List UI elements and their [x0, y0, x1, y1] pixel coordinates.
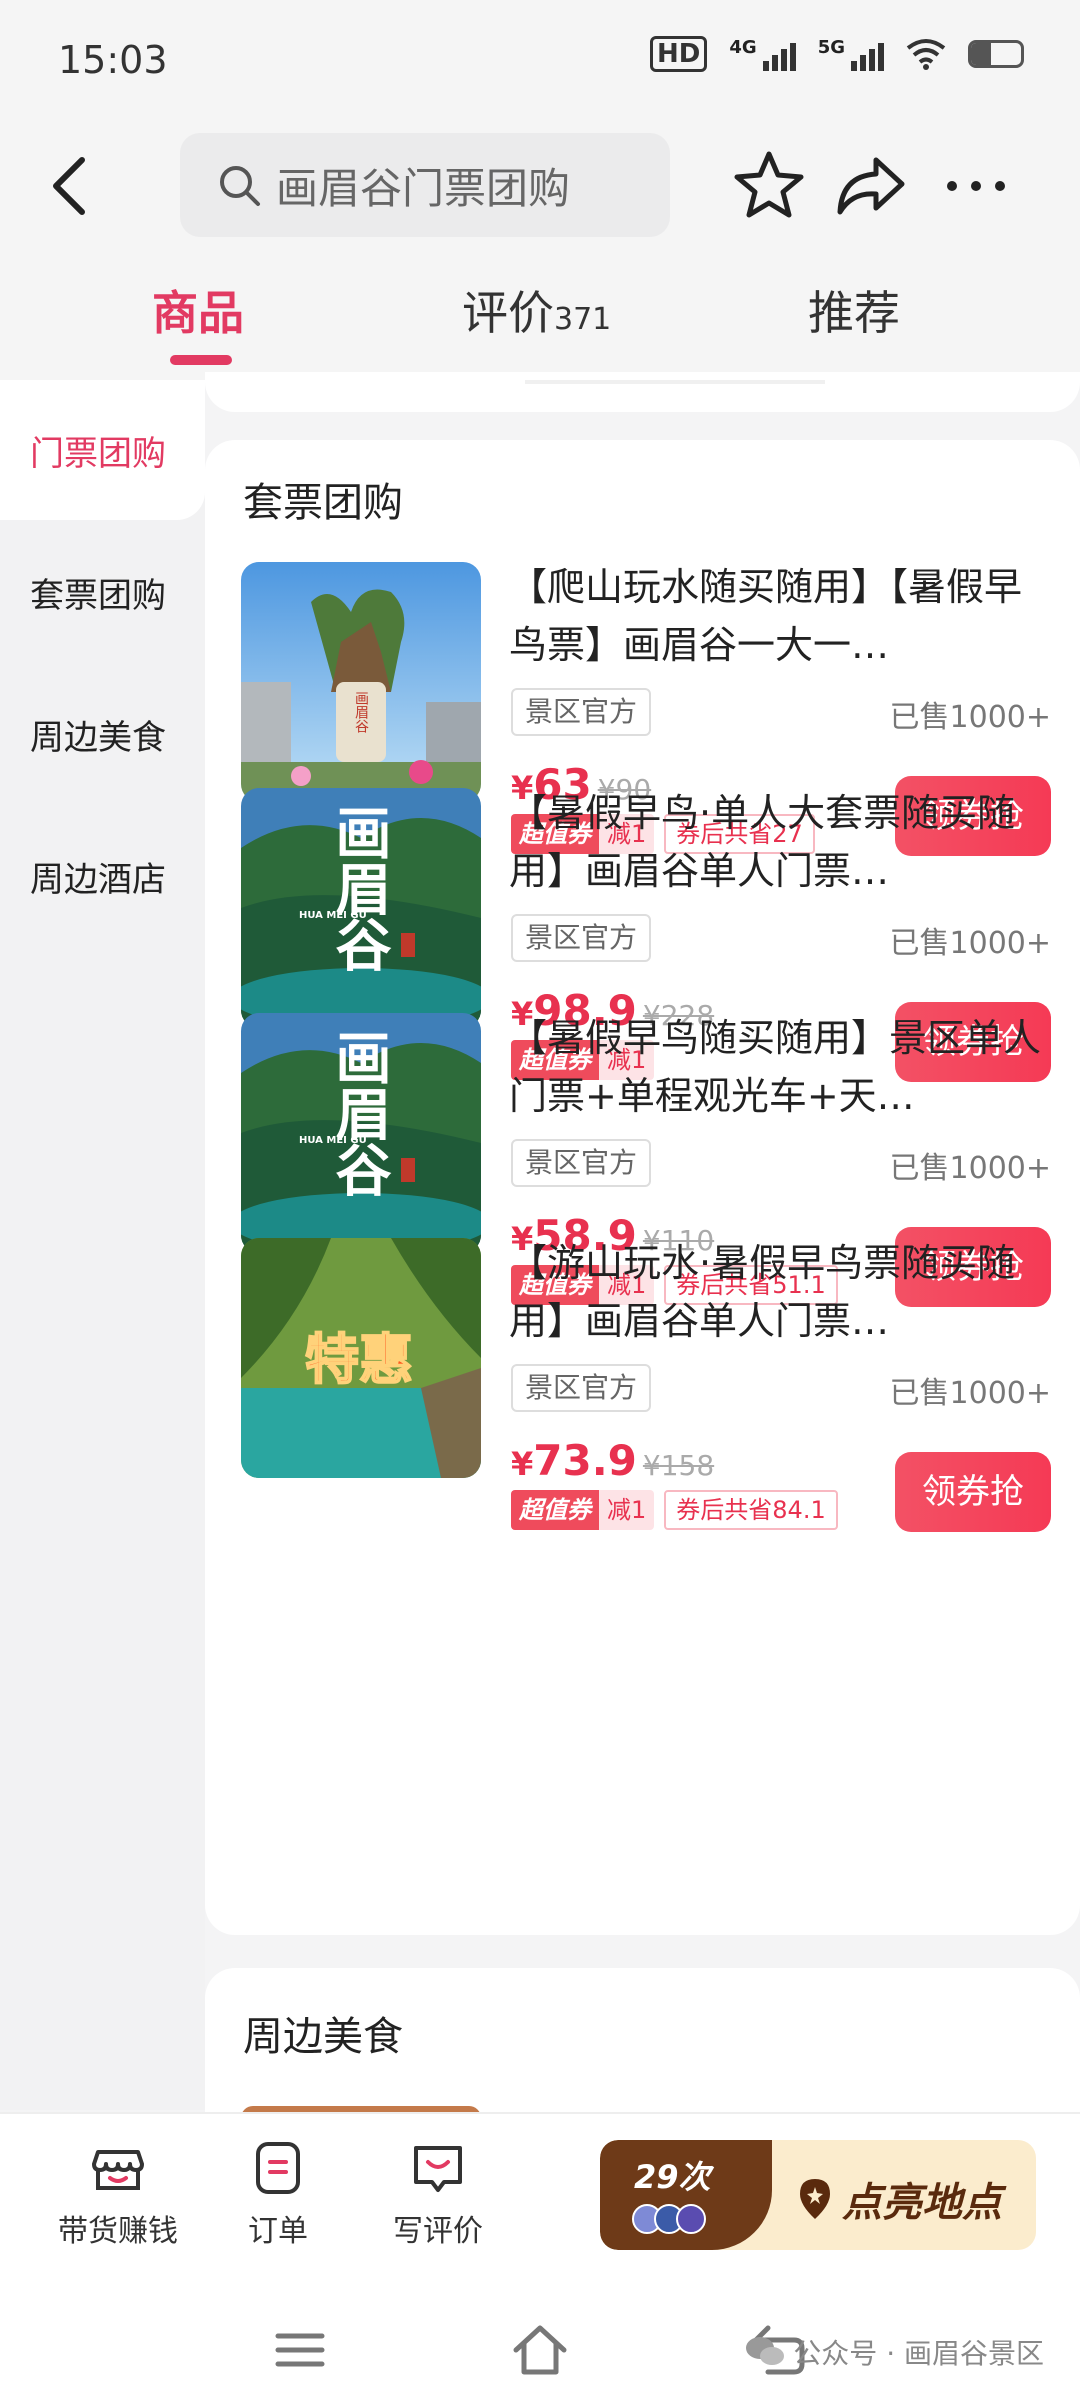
stone-inscription: 画眉谷: [353, 691, 369, 733]
battery-icon: [968, 40, 1024, 68]
light-up-location-button[interactable]: 29次 点亮地点: [600, 2140, 1036, 2250]
coupon-label: 超值券: [511, 1490, 599, 1530]
coupon-badge: 超值券 减1: [511, 1490, 655, 1530]
avatar-group: [632, 2204, 706, 2234]
sold-count: 已售1000+: [889, 700, 1051, 735]
product-title[interactable]: 【暑假早鸟随买随用】景区单人门票+单程观光车+天…: [509, 1009, 1049, 1125]
store-icon: [92, 2150, 144, 2190]
price-value: 73.9: [533, 1436, 637, 1485]
package-group-section: 套票团购 画眉谷 【爬山玩水随买随用】【暑假早鸟票】画眉谷一大一… 景区官方 已…: [205, 440, 1080, 1935]
more-options-icon[interactable]: [938, 146, 1016, 224]
wifi-icon: [906, 39, 946, 70]
sold-count: 已售1000+: [889, 1376, 1051, 1411]
review-icon: [414, 2146, 462, 2192]
currency-symbol: ¥: [511, 1445, 534, 1483]
network-4g-label: 4G: [729, 37, 757, 58]
tab-goods[interactable]: 商品: [152, 277, 244, 343]
product-image[interactable]: 画眉谷 HUA MEI GU: [241, 1013, 481, 1253]
tab-recommend[interactable]: 推荐: [808, 277, 900, 343]
network-5g-label: 5G: [817, 37, 845, 58]
product-title[interactable]: 【游山玩水·暑假早鸟票随买随用】画眉谷单人门票…: [509, 1234, 1049, 1350]
status-bar: 15:03 HD 4G 5G: [0, 0, 1080, 120]
write-review-button[interactable]: 写评价: [368, 2138, 508, 2250]
sell-earn-button[interactable]: 带货赚钱: [48, 2138, 188, 2250]
light-up-label: 点亮地点: [842, 2180, 1002, 2226]
official-badge: 景区官方: [511, 914, 652, 962]
claim-coupon-button[interactable]: 领券抢: [895, 1452, 1051, 1532]
bottom-item-label: 写评价: [393, 2214, 483, 2249]
share-arrow-icon[interactable]: [832, 146, 910, 224]
coupon-value: 减1: [599, 1490, 655, 1530]
category-sidebar: 门票团购 套票团购 周边美食 周边酒店: [0, 380, 205, 2110]
sidebar-item-nearby-food[interactable]: 周边美食: [0, 664, 205, 804]
signal-4g-icon: 4G: [729, 37, 796, 71]
product-title[interactable]: 【暑假早鸟·单人大套票随买随用】画眉谷单人门票…: [509, 784, 1049, 900]
location-pin-icon: [800, 2179, 830, 2219]
signal-5g-icon: 5G: [818, 37, 884, 71]
product-image[interactable]: 画眉谷: [241, 562, 481, 802]
sold-count: 已售1000+: [889, 1151, 1051, 1186]
product-title[interactable]: 【爬山玩水随买随用】【暑假早鸟票】画眉谷一大一…: [509, 558, 1049, 674]
section-title: 周边美食: [243, 2014, 403, 2060]
original-price: ¥158: [642, 1449, 715, 1482]
search-icon: [220, 166, 260, 206]
tab-bar: 商品 评价371 推荐: [0, 265, 1080, 380]
tab-reviews-label: 评价: [462, 286, 554, 340]
product-item[interactable]: 画眉谷 HUA MEI GU 【暑假早鸟·单人大套票随买随用】画眉谷单人门票… …: [241, 788, 1051, 1082]
top-header: 画眉谷门票团购: [0, 120, 1080, 265]
section-title: 套票团购: [243, 480, 403, 526]
official-badge: 景区官方: [511, 688, 652, 736]
home-icon[interactable]: [510, 2320, 570, 2380]
wechat-icon: [746, 2337, 785, 2365]
product-item[interactable]: 画眉谷 【爬山玩水随买随用】【暑假早鸟票】画眉谷一大一… 景区官方 已售1000…: [241, 562, 1051, 856]
menu-icon[interactable]: [270, 2320, 330, 2380]
bottom-action-bar: 带货赚钱 订单 写评价 29次 点亮地点: [0, 2112, 1080, 2302]
system-navigation-bar: 公众号 · 画眉谷景区: [0, 2302, 1080, 2400]
sidebar-item-nearby-hotel[interactable]: 周边酒店: [0, 806, 205, 946]
status-icons: HD 4G 5G: [650, 36, 1024, 72]
active-tab-indicator: [170, 355, 232, 365]
nearby-food-section: 周边美食: [205, 1968, 1080, 2118]
status-time: 15:03: [58, 38, 168, 82]
light-up-label-group: 点亮地点: [796, 2170, 1002, 2228]
brand-calligraphy: 画眉谷: [326, 804, 392, 972]
wechat-watermark: 公众号 · 画眉谷景区: [745, 2332, 1044, 2372]
tab-reviews-count: 371: [554, 302, 612, 337]
bottom-item-label: 订单: [248, 2214, 308, 2249]
previous-section-card-bottom: [205, 372, 1080, 412]
checkin-count: 29次: [634, 2158, 711, 2196]
orders-button[interactable]: 订单: [208, 2138, 348, 2250]
coupon-tags: 超值券 减1 券后共省84.1: [511, 1490, 838, 1530]
product-image[interactable]: 特惠: [241, 1238, 481, 1478]
hd-indicator: HD: [650, 36, 708, 72]
sidebar-item-package-group[interactable]: 套票团购: [0, 522, 205, 662]
brand-pinyin: HUA MEI GU: [299, 910, 367, 921]
product-price: ¥73.9 ¥158: [511, 1436, 714, 1485]
product-item[interactable]: 画眉谷 HUA MEI GU 【暑假早鸟随买随用】景区单人门票+单程观光车+天……: [241, 1013, 1051, 1307]
order-icon: [256, 2142, 300, 2194]
avatar: [676, 2204, 706, 2234]
special-offer-text: 特惠: [305, 1328, 413, 1391]
favorite-star-icon[interactable]: [730, 146, 808, 224]
bottom-item-label: 带货赚钱: [58, 2214, 178, 2249]
checkin-count-panel: 29次: [600, 2140, 772, 2250]
sold-count: 已售1000+: [889, 926, 1051, 961]
brand-calligraphy: 画眉谷: [326, 1029, 392, 1197]
official-badge: 景区官方: [511, 1139, 652, 1187]
savings-badge: 券后共省84.1: [664, 1490, 838, 1530]
watermark-text: 公众号 · 画眉谷景区: [793, 2337, 1044, 2370]
back-arrow-icon[interactable]: [42, 150, 102, 220]
product-image[interactable]: 画眉谷 HUA MEI GU: [241, 788, 481, 1028]
search-placeholder: 画眉谷门票团购: [276, 163, 571, 213]
sidebar-item-ticket-group[interactable]: 门票团购: [0, 380, 205, 520]
brand-pinyin: HUA MEI GU: [299, 1135, 367, 1146]
tab-reviews[interactable]: 评价371: [462, 277, 611, 343]
product-item[interactable]: 特惠 【游山玩水·暑假早鸟票随买随用】画眉谷单人门票… 景区官方 已售1000+…: [241, 1238, 1051, 1532]
search-input[interactable]: 画眉谷门票团购: [180, 133, 670, 237]
official-badge: 景区官方: [511, 1364, 652, 1412]
